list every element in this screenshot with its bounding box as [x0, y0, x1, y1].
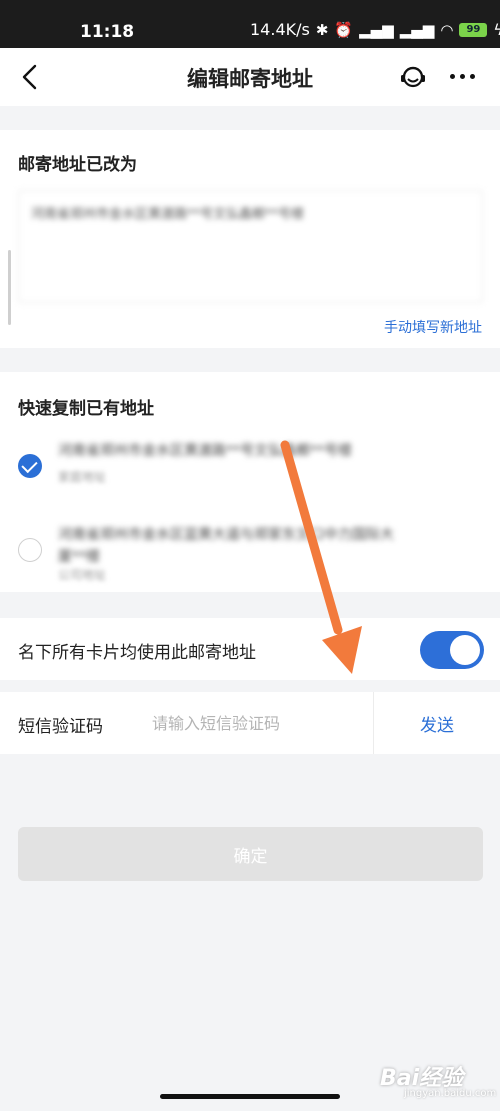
apply-all-cards-row: 名下所有卡片均使用此邮寄地址: [0, 618, 500, 680]
copy-address-card: 快速复制已有地址 河南省郑州市金水区黄渡路**号文弘鑫榔**号楼 家庭地址 河南…: [0, 372, 500, 592]
watermark-url: jingyan.baidu.com: [404, 1088, 497, 1099]
apply-all-cards-toggle[interactable]: [420, 631, 484, 669]
alarm-icon: ⏰: [334, 20, 354, 39]
toggle-knob: [450, 635, 480, 665]
address-option-2[interactable]: 河南省郑州市金水区蓝黄大道与郑家东文口中力国际大厦**楼 公司地址: [0, 522, 500, 592]
apply-all-cards-label: 名下所有卡片均使用此邮寄地址: [18, 643, 256, 663]
address-card: 邮寄地址已改为 河南省郑州市金水区黄渡路**号文弘鑫榔**号楼 手动填写新地址: [0, 130, 500, 348]
option-label: 家庭地址: [58, 470, 107, 484]
status-bar: 11:18 14.4K/s ✱ ⏰ ▂▄▆ ▂▄▆ ◠ 99 ϟ: [0, 0, 500, 48]
confirm-button[interactable]: 确定: [18, 827, 483, 881]
wifi-icon: ◠: [440, 20, 454, 39]
sms-code-label: 短信验证码: [18, 717, 103, 737]
sms-code-row: 短信验证码 发送: [0, 692, 500, 754]
radio-unchecked-icon[interactable]: [18, 538, 42, 562]
address-textarea[interactable]: 河南省郑州市金水区黄渡路**号文弘鑫榔**号楼: [18, 190, 483, 303]
headset-icon[interactable]: [398, 62, 428, 92]
charging-icon: ϟ: [493, 20, 500, 39]
signal-icon: ▂▄▆: [359, 20, 394, 39]
signal-icon-2: ▂▄▆: [399, 20, 435, 39]
header: 编辑邮寄地址: [0, 48, 500, 106]
sms-code-input[interactable]: [152, 706, 362, 740]
battery-icon: 99: [459, 22, 488, 37]
radio-checked-icon[interactable]: [18, 454, 42, 478]
status-time: 11:18: [80, 22, 135, 42]
home-indicator[interactable]: [160, 1094, 340, 1099]
option-address: 河南省郑州市金水区黄渡路**号文弘鑫榔**号楼: [58, 443, 352, 459]
option-address: 河南省郑州市金水区蓝黄大道与郑家东文口中力国际大厦**楼: [58, 527, 394, 565]
address-section-title: 邮寄地址已改为: [18, 155, 137, 175]
bluetooth-icon: ✱: [315, 20, 329, 39]
network-speed: 14.4K/s: [250, 20, 310, 39]
address-option-1[interactable]: 河南省郑州市金水区黄渡路**号文弘鑫榔**号楼 家庭地址: [0, 438, 500, 508]
option-label: 公司地址: [58, 568, 107, 582]
status-icons: 14.4K/s ✱ ⏰ ▂▄▆ ▂▄▆ ◠ 99 ϟ: [250, 20, 500, 39]
send-code-button[interactable]: 发送: [374, 692, 500, 754]
scrollbar: [8, 250, 11, 325]
more-dots-icon[interactable]: [450, 74, 475, 79]
manual-address-link[interactable]: 手动填写新地址: [384, 317, 482, 337]
copy-section-title: 快速复制已有地址: [18, 399, 154, 419]
